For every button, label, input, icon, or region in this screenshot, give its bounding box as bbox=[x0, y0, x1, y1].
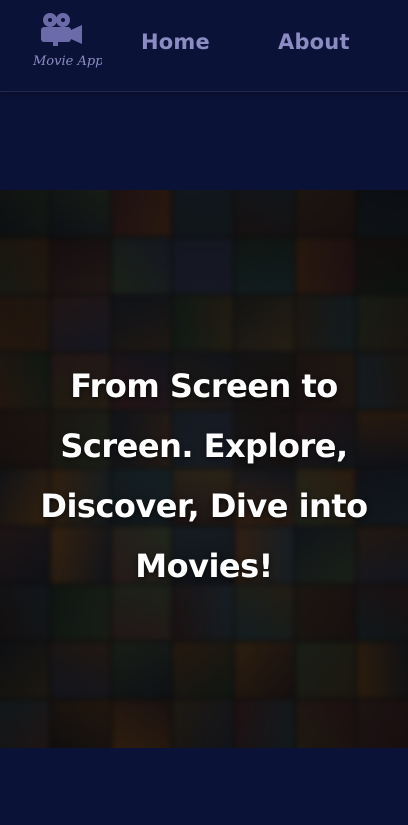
logo-text: Movie App bbox=[32, 54, 102, 69]
brand-logo[interactable]: Movie App bbox=[30, 10, 102, 72]
nav-about-link[interactable]: About bbox=[278, 30, 350, 54]
film-camera-icon: Movie App bbox=[32, 13, 102, 69]
hero-banner: From Screen to Screen. Explore, Discover… bbox=[0, 190, 408, 748]
hero-title-wrap: From Screen to Screen. Explore, Discover… bbox=[0, 356, 408, 596]
site-header: Movie App Home About bbox=[0, 0, 408, 92]
bottom-band bbox=[0, 748, 408, 825]
page: Movie App Home About From Screen to Scre… bbox=[0, 0, 408, 825]
hero-title: From Screen to Screen. Explore, Discover… bbox=[40, 367, 368, 585]
nav-home-link[interactable]: Home bbox=[141, 30, 210, 54]
